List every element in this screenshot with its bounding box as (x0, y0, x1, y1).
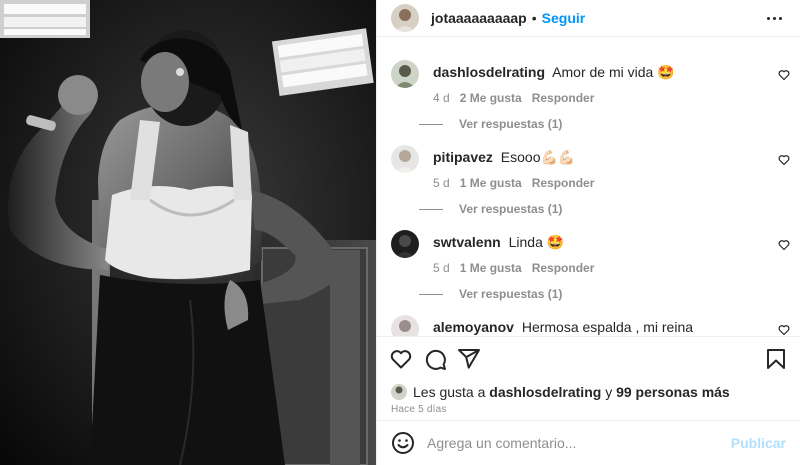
heart-icon[interactable] (389, 347, 413, 371)
likes-connector: y (605, 384, 613, 400)
liker-avatar[interactable] (391, 384, 407, 400)
view-replies-label: Ver respuestas (1) (459, 117, 563, 131)
comment-text: Hermosa espalda , mi reina (521, 319, 694, 335)
comment-likes[interactable]: 2 Me gusta (460, 91, 522, 105)
comment-likes[interactable]: 1 Me gusta (460, 261, 522, 275)
post-date[interactable]: Hace 5 días (377, 403, 800, 421)
likes-others[interactable]: 99 personas más (616, 384, 730, 400)
view-replies-button[interactable]: Ver respuestas (1) (419, 287, 562, 301)
heart-icon[interactable] (778, 69, 790, 81)
comment-age: 5 d (433, 261, 450, 275)
post-photo[interactable] (0, 0, 376, 465)
comment-item: swtvalenn Linda 🤩 5 d 1 Me gusta Respond… (391, 230, 790, 275)
comment-text: Amor de mi vida 🤩 (552, 64, 675, 80)
comment-text: Esooo💪🏻💪🏻 (500, 149, 576, 165)
post-details-pane: jotaaaaaaaaap • Seguir dashlosdelrating … (376, 0, 800, 465)
header-separator: • (531, 10, 537, 26)
comment-likes[interactable]: 1 Me gusta (460, 176, 522, 190)
heart-icon[interactable] (778, 239, 790, 251)
view-replies-button[interactable]: Ver respuestas (1) (419, 202, 562, 216)
add-comment-bar: Publicar (377, 421, 800, 465)
comment-age: 4 d (433, 91, 450, 105)
view-replies-button[interactable]: Ver respuestas (1) (419, 117, 562, 131)
post-modal: jotaaaaaaaaap • Seguir dashlosdelrating … (0, 0, 800, 465)
replies-line (419, 208, 443, 210)
comment-input[interactable] (427, 435, 731, 451)
reply-button[interactable]: Responder (532, 176, 595, 190)
more-horizontal-icon[interactable] (762, 6, 786, 30)
commenter-avatar[interactable] (391, 145, 419, 173)
comments-list[interactable]: dashlosdelrating Amor de mi vida 🤩 4 d 2… (377, 37, 800, 337)
replies-line (419, 293, 443, 295)
heart-icon[interactable] (778, 154, 790, 166)
comment-item: pitipavez Esooo💪🏻💪🏻 5 d 1 Me gusta Respo… (391, 145, 790, 190)
post-actions (377, 337, 800, 381)
comment-age: 5 d (433, 176, 450, 190)
likes-first-user[interactable]: dashlosdelrating (489, 384, 601, 400)
likes-summary: Les gusta a dashlosdelrating y 99 person… (377, 381, 800, 403)
likes-prefix: Les gusta a (413, 384, 486, 400)
view-replies-label: Ver respuestas (1) (459, 202, 563, 216)
commenter-avatar[interactable] (391, 315, 419, 336)
commenter-avatar[interactable] (391, 230, 419, 258)
comment-icon[interactable] (423, 347, 447, 371)
emoji-icon[interactable] (391, 431, 415, 455)
comment-item: dashlosdelrating Amor de mi vida 🤩 4 d 2… (391, 60, 790, 105)
follow-button[interactable]: Seguir (542, 10, 586, 26)
comment-text: Linda 🤩 (508, 234, 565, 250)
view-replies-label: Ver respuestas (1) (459, 287, 563, 301)
author-username[interactable]: jotaaaaaaaaap (431, 10, 527, 26)
share-icon[interactable] (457, 347, 481, 371)
heart-icon[interactable] (778, 324, 790, 336)
comment-username[interactable]: pitipavez (433, 149, 493, 165)
post-photo-art (0, 0, 376, 465)
bookmark-icon[interactable] (764, 347, 788, 371)
comment-username[interactable]: swtvalenn (433, 234, 501, 250)
comment-username[interactable]: dashlosdelrating (433, 64, 545, 80)
publish-button[interactable]: Publicar (731, 435, 786, 451)
replies-line (419, 123, 443, 125)
comment-item: alemoyanov Hermosa espalda , mi reina (391, 315, 790, 336)
post-header: jotaaaaaaaaap • Seguir (377, 0, 800, 37)
reply-button[interactable]: Responder (532, 91, 595, 105)
reply-button[interactable]: Responder (532, 261, 595, 275)
commenter-avatar[interactable] (391, 60, 419, 88)
comment-username[interactable]: alemoyanov (433, 319, 514, 335)
author-avatar[interactable] (391, 4, 419, 32)
